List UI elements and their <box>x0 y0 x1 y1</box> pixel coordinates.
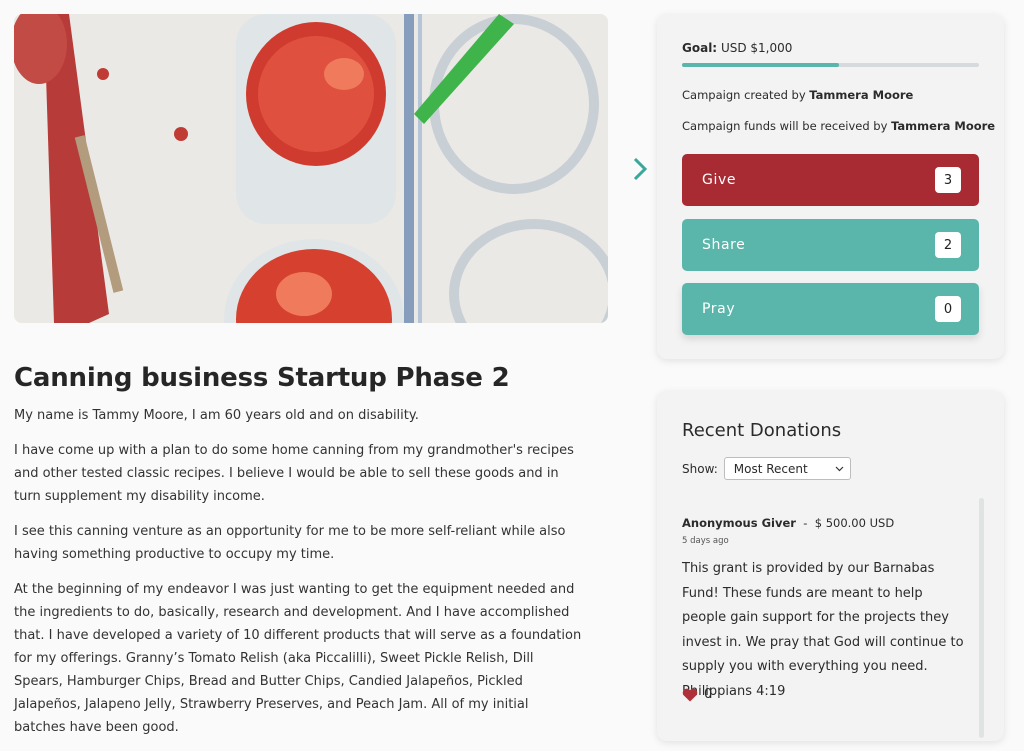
give-label: Give <box>702 172 737 188</box>
share-button[interactable]: Share 2 <box>682 219 979 271</box>
funds-received-label: Campaign funds will be received by <box>682 119 888 133</box>
recent-donations-card: Recent Donations Show: Most Recent Anony… <box>657 391 1004 741</box>
donor-name: Anonymous Giver <box>682 516 796 530</box>
goal-amount: USD $1,000 <box>720 41 793 55</box>
creator-name: Tammera Moore <box>809 88 914 102</box>
goal-label: Goal: <box>682 41 718 55</box>
created-by-label: Campaign created by <box>682 88 806 102</box>
chevron-down-icon <box>835 466 844 471</box>
recipient-name: Tammera Moore <box>891 119 996 133</box>
donation-amount: $ 500.00 USD <box>814 516 895 530</box>
story-paragraph: I have come up with a plan to do some ho… <box>14 443 574 504</box>
pray-button[interactable]: Pray 0 <box>682 283 979 335</box>
pray-count: 0 <box>935 296 961 322</box>
story-paragraph: My name is Tammy Moore, I am 60 years ol… <box>14 408 419 423</box>
goal-line: Goal: USD $1,000 <box>682 41 792 55</box>
donation-filter-row: Show: Most Recent <box>682 457 851 480</box>
donation-sort-select[interactable]: Most Recent <box>723 457 851 480</box>
donation-time: 5 days ago <box>682 536 729 546</box>
share-count: 2 <box>935 232 961 258</box>
story-paragraph: At the beginning of my endeavor I was ju… <box>14 582 582 735</box>
donation-message: This grant is provided by our Barnabas F… <box>682 561 964 699</box>
campaign-creator: Campaign created by Tammera Moore <box>682 88 913 102</box>
give-button[interactable]: Give 3 <box>682 154 979 206</box>
select-value: Most Recent <box>733 461 808 476</box>
show-label: Show: <box>682 461 718 476</box>
goal-progress-fill <box>682 63 840 67</box>
pray-label: Pray <box>702 301 736 317</box>
campaign-goal-card: Goal: USD $1,000 Campaign created by Tam… <box>657 14 1004 359</box>
give-count: 3 <box>935 167 961 193</box>
campaign-story: My name is Tammy Moore, I am 60 years ol… <box>14 404 584 751</box>
like-count: 0 <box>704 687 713 702</box>
donation-header: Anonymous Giver - $ 500.00 USD <box>682 516 894 530</box>
donations-scrollbar[interactable] <box>979 498 984 738</box>
campaign-hero-image <box>14 14 608 323</box>
funds-recipient: Campaign funds will be received by Tamme… <box>682 119 995 133</box>
donation-like-button[interactable]: 0 <box>682 687 712 702</box>
recent-donations-title: Recent Donations <box>682 420 842 441</box>
goal-progress-bar <box>682 63 979 67</box>
page-title: Canning business Startup Phase 2 <box>14 363 510 393</box>
donor-separator: - <box>803 516 808 530</box>
story-paragraph: I see this canning venture as an opportu… <box>14 524 566 562</box>
chevron-right-icon[interactable] <box>630 155 650 183</box>
heart-icon <box>682 688 698 701</box>
share-label: Share <box>702 237 746 253</box>
